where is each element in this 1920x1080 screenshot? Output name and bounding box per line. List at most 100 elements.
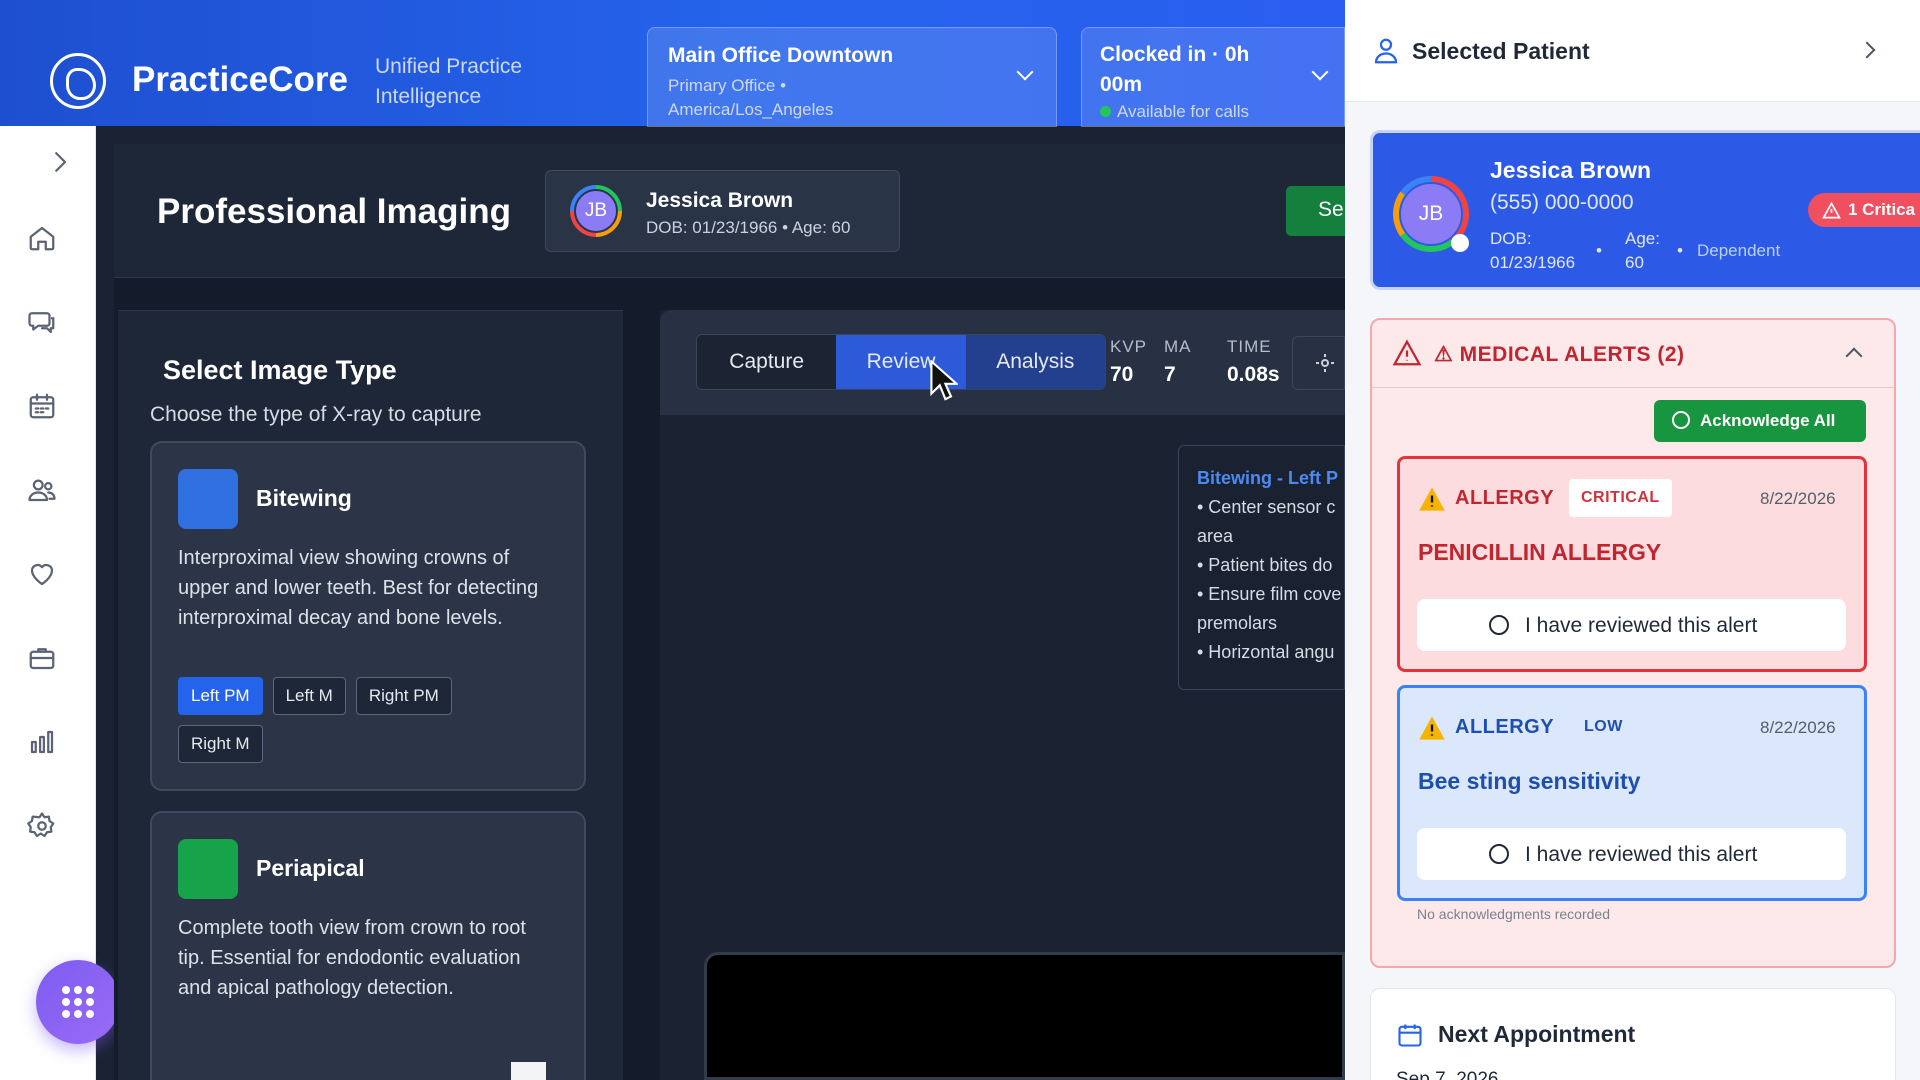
param-ma: MA 7 <box>1164 337 1192 387</box>
gear-icon <box>27 812 55 838</box>
sidebar-nav <box>0 126 96 1080</box>
alerts-title: ⚠ MEDICAL ALERTS (2) <box>1434 343 1685 366</box>
expand-sidebar-button[interactable] <box>42 144 78 180</box>
avatar-initials: JB <box>574 189 618 233</box>
param-time: TIME 0.08s <box>1227 337 1280 387</box>
param-value: 70 <box>1110 363 1134 386</box>
image-type-card-bitewing[interactable]: Bitewing Interproximal view showing crow… <box>150 441 586 791</box>
tag-right-pm[interactable]: Right PM <box>355 677 452 715</box>
card-title: Periapical <box>256 855 365 881</box>
region-tags: Left PM Left M Right PM Right M <box>178 677 518 763</box>
review-label: I have reviewed this alert <box>1525 614 1758 637</box>
sidebar-item-reports[interactable] <box>24 724 60 760</box>
patient-age: Age: 60 <box>1625 229 1660 272</box>
next-appointment-card[interactable]: Next Appointment Sep 7, 2026 <box>1370 988 1896 1080</box>
avatar: JB <box>1393 176 1469 252</box>
critical-badge[interactable]: 1 Critica <box>1808 193 1920 227</box>
param-value: 0.08s <box>1227 363 1280 386</box>
status-dot-icon <box>1451 234 1469 252</box>
office-name: Main Office Downtown <box>668 44 894 67</box>
office-selector[interactable]: Main Office Downtown Primary Office • Am… <box>647 27 1057 127</box>
xray-viewer: Capture Review Analysis KVP 70 MA 7 TIME… <box>660 310 1345 1080</box>
sidebar-item-calendar[interactable] <box>24 388 60 424</box>
avatar: JB <box>570 185 622 237</box>
tip-line: area <box>1197 526 1234 546</box>
user-icon <box>1374 38 1398 64</box>
availability-text: Available for calls <box>1117 102 1249 121</box>
warning-icon <box>1822 201 1841 219</box>
alert-name: Bee sting sensitivity <box>1418 768 1641 794</box>
image-type-card-periapical[interactable]: Periapical Complete tooth view from crow… <box>150 811 586 1080</box>
card-description: Interproximal view showing crowns of upp… <box>178 547 539 629</box>
chevron-down-icon <box>1311 63 1329 81</box>
appointment-date: Sep 7, 2026 <box>1396 1069 1499 1080</box>
sidebar-item-home[interactable] <box>24 220 60 256</box>
tip-line: premolars <box>1197 613 1278 633</box>
sidebar-item-business[interactable] <box>24 640 60 676</box>
divider <box>511 1062 546 1080</box>
heart-icon <box>30 563 54 586</box>
apps-launcher-button[interactable] <box>36 960 120 1044</box>
practicecore-logo-icon[interactable] <box>50 53 106 109</box>
patient-chip[interactable]: JB Jessica Brown DOB: 01/23/1966 • Age: … <box>545 170 900 252</box>
sidebar-item-health[interactable] <box>24 556 60 592</box>
viewer-settings-button[interactable] <box>1292 336 1345 390</box>
panel-title: Selected Patient <box>1412 38 1590 64</box>
alert-date: 8/22/2026 <box>1760 489 1836 508</box>
tag-left-m[interactable]: Left M <box>272 677 346 715</box>
image-type-subtitle: Choose the type of X-ray to capture <box>150 403 482 426</box>
check-circle-icon <box>1489 844 1509 864</box>
periapical-color-icon <box>178 839 238 899</box>
page-title: Professional Imaging <box>157 192 511 231</box>
panel-header: Selected Patient <box>1345 0 1920 102</box>
imaging-titlebar: Professional Imaging JB Jessica Brown DO… <box>114 144 1345 278</box>
patient-relation: Dependent <box>1697 241 1781 260</box>
mouse-cursor-icon <box>930 360 958 401</box>
sidebar-item-settings[interactable] <box>24 808 60 844</box>
selected-patient-panel: Selected Patient JB Jessica Brown (555) … <box>1345 0 1920 1080</box>
meta-separator: • <box>1677 241 1683 260</box>
warning-icon <box>1419 487 1445 511</box>
tab-analysis[interactable]: Analysis <box>965 335 1105 389</box>
patient-name: Jessica Brown <box>1490 157 1652 183</box>
alert-kind: ALLERGY <box>1455 487 1555 509</box>
severity-badge: LOW <box>1584 718 1623 735</box>
sidebar-item-patients[interactable] <box>24 472 60 508</box>
sidebar-item-messages[interactable] <box>24 304 60 340</box>
chat-icon <box>28 312 55 334</box>
users-icon <box>28 479 56 502</box>
availability-status: Available for calls <box>1100 102 1326 122</box>
positioning-tip: Bitewing - Left P • Center sensor c area… <box>1178 445 1345 690</box>
image-type-panel: Select Image Type Choose the type of X-r… <box>118 310 623 1080</box>
review-alert-button[interactable]: I have reviewed this alert <box>1417 828 1846 880</box>
calendar-icon <box>29 393 55 419</box>
param-label: MA <box>1164 337 1192 356</box>
patient-card[interactable]: JB Jessica Brown (555) 000-0000 DOB: 01/… <box>1370 130 1920 290</box>
tag-left-pm[interactable]: Left PM <box>178 677 263 715</box>
card-title: Bitewing <box>256 485 352 511</box>
patient-dob: DOB: 01/23/1966 <box>1490 229 1576 272</box>
severity-badge: CRITICAL <box>1569 479 1672 517</box>
appointment-title: Next Appointment <box>1438 1021 1636 1047</box>
brand-name: PracticeCore <box>132 60 348 99</box>
card-description: Complete tooth view from crown to root t… <box>178 917 526 999</box>
acknowledge-all-button[interactable]: Acknowledge All <box>1654 400 1866 442</box>
review-alert-button[interactable]: I have reviewed this alert <box>1417 599 1846 651</box>
home-icon <box>29 226 55 251</box>
alerts-header[interactable]: ⚠ MEDICAL ALERTS (2) <box>1372 320 1894 388</box>
chevron-up-icon[interactable] <box>1845 347 1863 365</box>
bitewing-color-icon <box>178 469 238 529</box>
tab-capture[interactable]: Capture <box>697 335 836 389</box>
alert-date: 8/22/2026 <box>1760 718 1836 737</box>
xray-canvas[interactable] <box>704 952 1345 1080</box>
medical-alerts-section: ⚠ MEDICAL ALERTS (2) Acknowledge All ALL… <box>1370 318 1896 968</box>
tip-line: • Center sensor c <box>1197 497 1336 517</box>
clock-status-selector[interactable]: Clocked in · 0h 00m Available for calls <box>1081 27 1345 127</box>
viewer-toolbar: Capture Review Analysis KVP 70 MA 7 TIME… <box>660 310 1345 415</box>
tag-right-m[interactable]: Right M <box>178 725 263 763</box>
briefcase-icon <box>29 648 55 670</box>
chevron-right-icon[interactable] <box>1858 41 1876 59</box>
acknowledge-all-label: Acknowledge All <box>1700 411 1836 430</box>
office-detail: Primary Office • America/Los_Angeles <box>668 76 834 119</box>
review-label: I have reviewed this alert <box>1525 843 1758 866</box>
